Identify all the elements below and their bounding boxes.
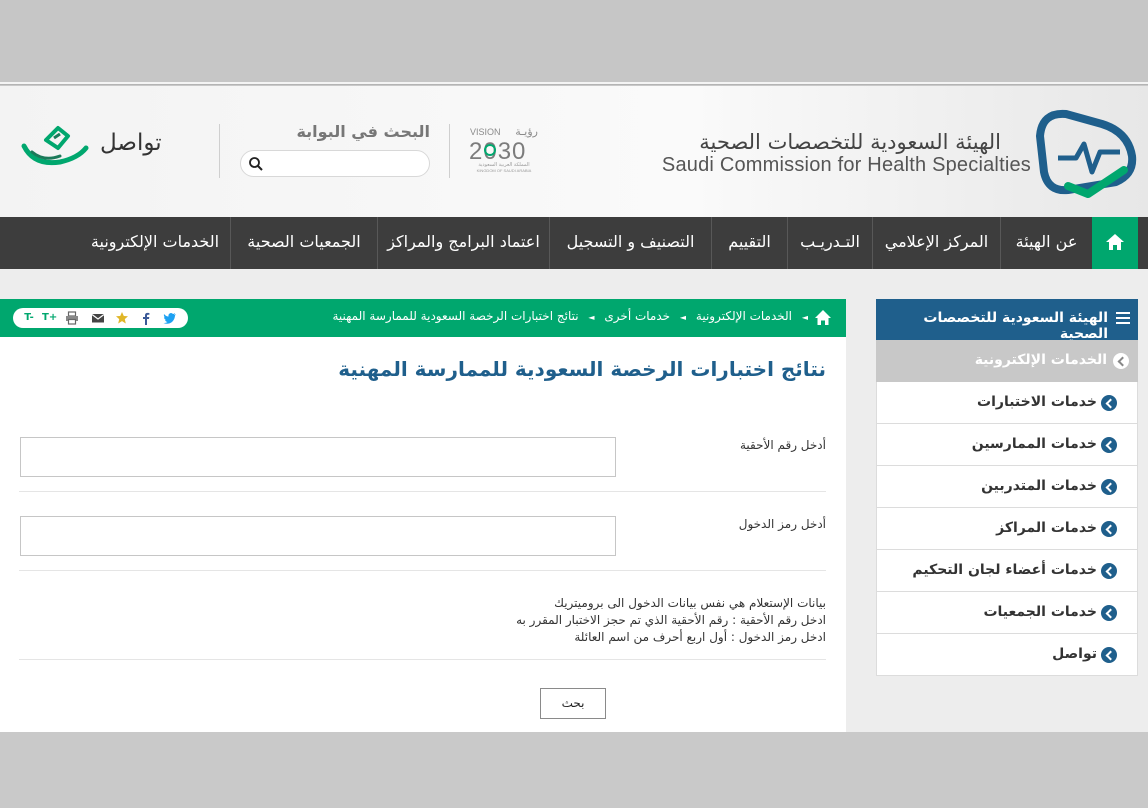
info-note-line: ادخل رقم الأحقية : رقم الأحقية الذي تم ح…: [516, 613, 826, 627]
vision-2030-logo-icon: VISION رؤيـة 2030 المملكة العربية السعود…: [469, 125, 538, 173]
sidebar-item-label: تواصل: [1052, 646, 1097, 662]
form-divider: [19, 491, 826, 492]
sidebar: الهيئة السعودية للتخصصات الصحية الخدمات …: [876, 299, 1138, 676]
chevron-left-icon: [1101, 521, 1117, 537]
browser-top-area: [0, 0, 1148, 82]
search-icon[interactable]: [248, 156, 264, 172]
eligibility-number-label: أدخل رقم الأحقية: [739, 438, 826, 452]
sidebar-item-label: خدمات المتدربين: [981, 478, 1097, 494]
nav-item-media-center[interactable]: المركز الإعلامي: [872, 217, 1000, 269]
chevron-left-icon: [1101, 437, 1117, 453]
chevron-left-icon: [1101, 647, 1117, 663]
main-content: ◄ الخدمات الإلكترونية ◄ خدمات أخرى ◄ نتا…: [0, 299, 846, 732]
nav-item-e-services[interactable]: الخدمات الإلكترونية: [80, 217, 230, 269]
header-divider: [219, 124, 220, 178]
vision-sub-english: KINGDOM OF SAUDI ARABIA: [477, 168, 532, 173]
portal-search-box[interactable]: [240, 150, 430, 177]
sidebar-item-society-services[interactable]: خدمات الجمعيات: [876, 592, 1138, 634]
breadcrumb: ◄ الخدمات الإلكترونية ◄ خدمات أخرى ◄ نتا…: [0, 299, 846, 337]
email-icon[interactable]: [91, 311, 105, 325]
search-button[interactable]: بحث: [540, 688, 606, 719]
vision-year: 2030: [469, 138, 526, 165]
facebook-icon[interactable]: [139, 311, 153, 325]
login-code-label: أدخل رمز الدخول: [738, 517, 826, 531]
chevron-left-icon: [1101, 563, 1117, 579]
nav-item-about[interactable]: عن الهيئة: [1000, 217, 1092, 269]
share-toolbar: T+ T-: [13, 308, 188, 328]
sidebar-title: الهيئة السعودية للتخصصات الصحية: [923, 310, 1108, 342]
scfhs-logo-icon[interactable]: [1028, 106, 1138, 200]
breadcrumb-separator-icon: ◄: [679, 313, 687, 322]
breadcrumb-home-icon[interactable]: [814, 309, 832, 327]
logo-arabic-name: الهيئة السعودية للتخصصات الصحية: [699, 130, 1001, 154]
sidebar-item-label: خدمات أعضاء لجان التحكيم: [912, 562, 1097, 578]
sidebar-item-trainee-services[interactable]: خدمات المتدربين: [876, 466, 1138, 508]
nav-item-classification[interactable]: التصنيف و التسجيل: [549, 217, 711, 269]
breadcrumb-e-services[interactable]: الخدمات الإلكترونية: [696, 309, 792, 323]
font-increase-button[interactable]: T+: [42, 311, 57, 325]
sidebar-item-label: خدمات الجمعيات: [983, 604, 1097, 620]
nav-item-health-societies[interactable]: الجمعيات الصحية: [230, 217, 377, 269]
sidebar-item-contact[interactable]: تواصل: [876, 634, 1138, 676]
sidebar-item-label: الخدمات الإلكترونية: [974, 352, 1107, 368]
sidebar-item-exam-services[interactable]: خدمات الاختبارات: [876, 382, 1138, 424]
sidebar-item-label: خدمات الاختبارات: [977, 394, 1097, 410]
form-divider: [19, 659, 826, 660]
breadcrumb-other-services[interactable]: خدمات أخرى: [604, 309, 670, 323]
breadcrumb-separator-icon: ◄: [801, 313, 808, 322]
vision-label: VISION: [470, 127, 501, 137]
menu-icon: [1116, 312, 1130, 325]
portal-search-input[interactable]: [269, 154, 424, 174]
twitter-icon[interactable]: [163, 311, 177, 325]
site-header: الهيئة السعودية للتخصصات الصحية Saudi Co…: [0, 86, 1148, 217]
nav-item-training[interactable]: التـدريـب: [787, 217, 872, 269]
breadcrumb-trail: ◄ الخدمات الإلكترونية ◄ خدمات أخرى ◄ نتا…: [326, 309, 808, 323]
info-note-line: بيانات الإستعلام هي نفس بيانات الدخول ال…: [554, 596, 826, 610]
breadcrumb-separator-icon: ◄: [588, 313, 595, 322]
sidebar-item-center-services[interactable]: خدمات المراكز: [876, 508, 1138, 550]
form-divider: [19, 570, 826, 571]
main-navigation: عن الهيئة المركز الإعلامي التـدريـب التق…: [0, 217, 1148, 269]
tawasol-logo-icon[interactable]: [20, 122, 90, 172]
sidebar-item-practitioner-services[interactable]: خدمات الممارسين: [876, 424, 1138, 466]
header-divider: [449, 124, 450, 178]
eligibility-number-field[interactable]: [20, 437, 616, 477]
info-note-line: ادخل رمز الدخول : أول اربع أحرف من اسم ا…: [574, 630, 826, 644]
breadcrumb-current: نتائج اختبارات الرخصة السعودية للممارسة …: [332, 309, 579, 323]
nav-item-accreditation[interactable]: اعتماد البرامج والمراكز: [377, 217, 549, 269]
font-decrease-button[interactable]: T-: [22, 311, 36, 325]
sidebar-item-jury-services[interactable]: خدمات أعضاء لجان التحكيم: [876, 550, 1138, 592]
chevron-left-icon: [1101, 395, 1117, 411]
logo-english-name: Saudi Commission for Health Specialties: [661, 154, 1031, 176]
page-title: نتائج اختبارات الرخصة السعودية للممارسة …: [338, 357, 826, 381]
print-icon[interactable]: [65, 311, 79, 325]
sidebar-item-label: خدمات المراكز: [996, 520, 1097, 536]
nav-home-button[interactable]: [1092, 217, 1138, 269]
nav-item-assessment[interactable]: التقييم: [711, 217, 787, 269]
browser-bottom-area: [0, 732, 1148, 808]
home-icon: [1106, 234, 1124, 250]
sidebar-header[interactable]: الهيئة السعودية للتخصصات الصحية: [876, 299, 1138, 342]
tawasol-title[interactable]: تواصل: [100, 130, 162, 156]
portal-search-title: البحث في البوابة: [296, 122, 430, 141]
favorite-star-icon[interactable]: [115, 311, 129, 325]
sidebar-item-e-services[interactable]: الخدمات الإلكترونية: [876, 340, 1138, 382]
login-code-field[interactable]: [20, 516, 616, 556]
sidebar-item-label: خدمات الممارسين: [971, 436, 1097, 452]
vision-arabic: رؤيـة: [515, 125, 538, 138]
chevron-left-icon: [1101, 605, 1117, 621]
top-divider: [0, 82, 1148, 85]
chevron-left-icon: [1113, 353, 1129, 369]
chevron-left-icon: [1101, 479, 1117, 495]
web-page: الهيئة السعودية للتخصصات الصحية Saudi Co…: [0, 86, 1148, 732]
